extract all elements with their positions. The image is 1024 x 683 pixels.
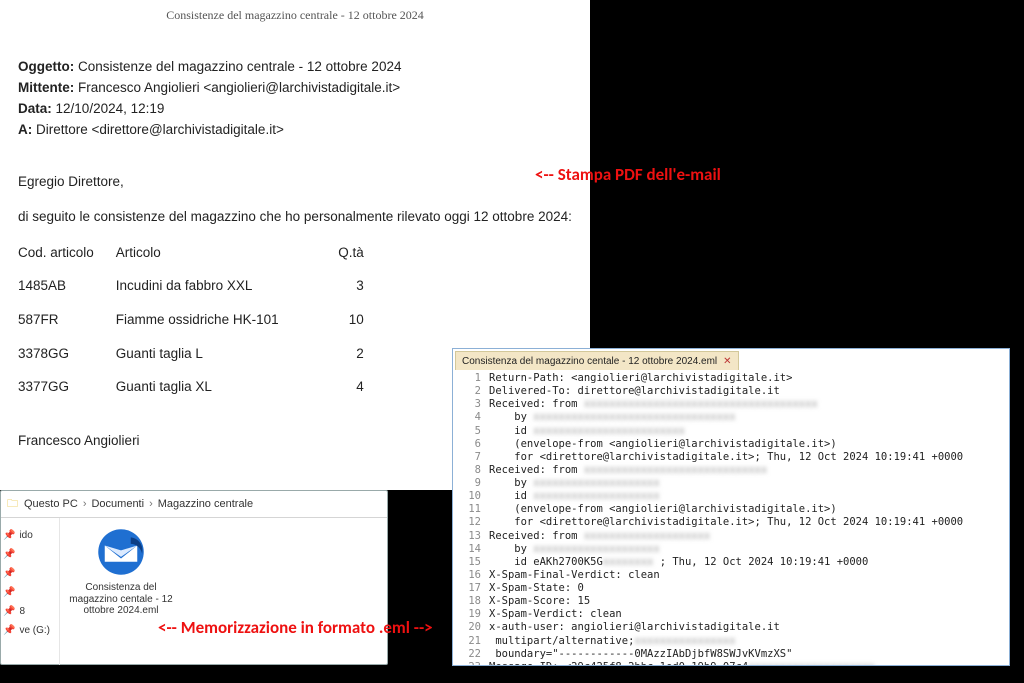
tab-title: Consistenza del magazzino centale - 12 o… [462, 356, 717, 367]
label-date: Data: [18, 101, 52, 116]
editor-tab[interactable]: Consistenza del magazzino centale - 12 o… [455, 351, 739, 370]
crumb[interactable]: Magazzino centrale [158, 498, 253, 510]
crumb[interactable]: Documenti [91, 498, 144, 510]
table-row: 3377GGGuanti taglia XL4 [18, 370, 372, 404]
label-to: A: [18, 122, 32, 137]
file-pane[interactable]: Consistenza del magazzino centale - 12 o… [60, 518, 387, 665]
explorer-sidebar: 📌ido📌📌📌📌8📌ve (G:) [1, 518, 60, 665]
file-item[interactable]: Consistenza del magazzino centale - 12 o… [66, 526, 176, 617]
close-icon[interactable]: ✕ [723, 356, 731, 367]
folder-icon: 🗀 [7, 495, 18, 514]
eml-source-editor: Consistenza del magazzino centale - 12 o… [452, 348, 1010, 666]
value-subject: Consistenze del magazzino centrale - 12 … [78, 59, 401, 74]
file-explorer-window: 🗀 Questo PC› Documenti› Magazzino centra… [0, 490, 388, 665]
thunderbird-icon [95, 526, 147, 578]
greeting: Egregio Direttore, [18, 171, 572, 193]
annotation-eml: <-- Memorizzazione in formato .eml --> [158, 617, 433, 638]
label-subject: Oggetto: [18, 59, 74, 74]
table-row: 587FRFiamme ossidriche HK-10110 [18, 303, 372, 337]
value-from: Francesco Angiolieri <angiolieri@larchiv… [78, 80, 400, 95]
intro-line: di seguito le consistenze del magazzino … [18, 206, 572, 228]
email-headers: Oggetto: Consistenze del magazzino centr… [18, 57, 572, 141]
col-code: Cod. articolo [18, 238, 116, 270]
crumb[interactable]: Questo PC [24, 498, 78, 510]
breadcrumb[interactable]: 🗀 Questo PC› Documenti› Magazzino centra… [1, 491, 387, 518]
value-to: Direttore <direttore@larchivistadigitale… [36, 122, 284, 137]
stock-table: Cod. articolo Articolo Q.tà 1485ABIncudi… [18, 238, 372, 404]
table-row: 3378GGGuanti taglia L2 [18, 337, 372, 371]
annotation-pdf: <-- Stampa PDF dell'e-mail [535, 164, 721, 185]
pdf-header-title: Consistenze del magazzino centrale - 12 … [18, 0, 572, 23]
value-date: 12/10/2024, 12:19 [56, 101, 165, 116]
label-from: Mittente: [18, 80, 74, 95]
file-name: Consistenza del magazzino centale - 12 o… [66, 582, 176, 617]
source-code[interactable]: 1Return-Path: <angiolieri@larchivistadig… [453, 370, 1009, 666]
col-name: Articolo [116, 238, 318, 270]
col-qty: Q.tà [318, 238, 372, 270]
table-row: 1485ABIncudini da fabbro XXL3 [18, 269, 372, 303]
